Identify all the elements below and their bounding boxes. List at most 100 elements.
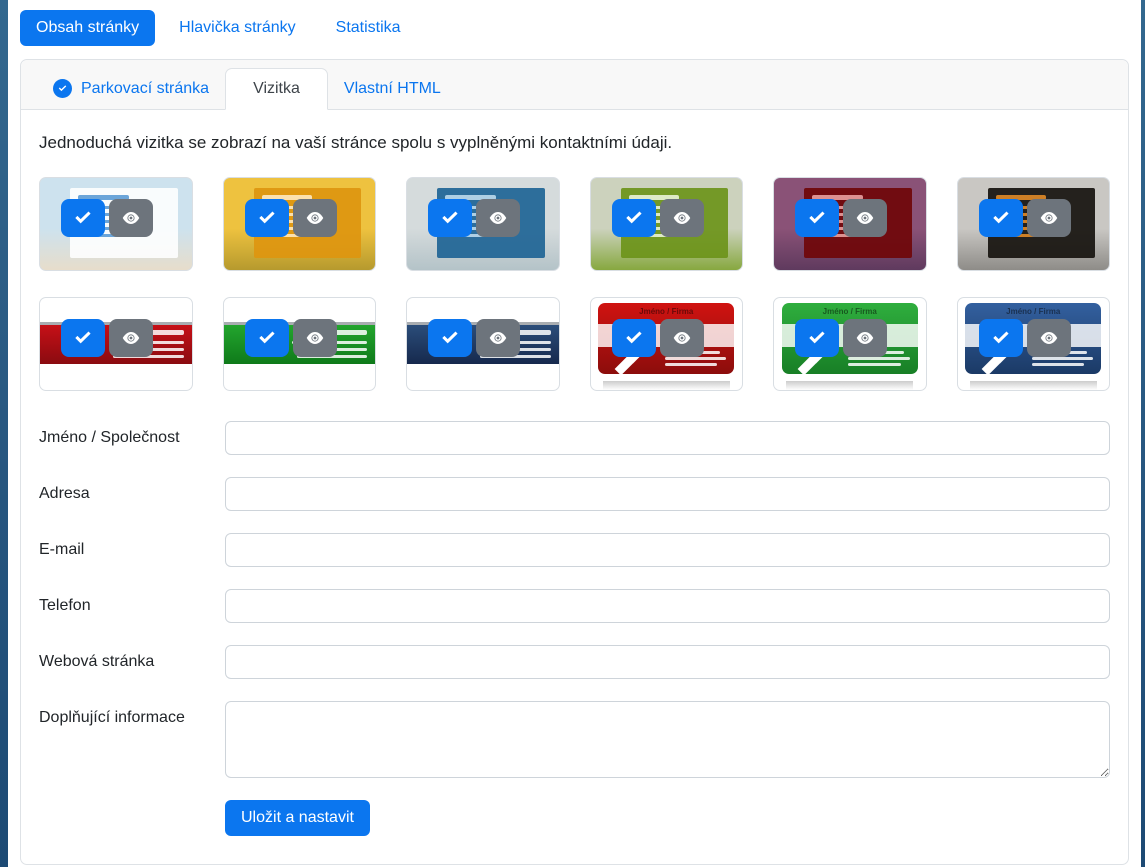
card-title-placeholder: Jméno / Firma (965, 307, 1101, 316)
select-template-button[interactable] (979, 199, 1023, 237)
address-label: Adresa (39, 485, 225, 503)
eye-icon (1038, 327, 1060, 349)
preview-template-button[interactable] (1027, 319, 1071, 357)
phone-label: Telefon (39, 597, 225, 615)
template-actions (428, 319, 520, 357)
sub-tabs: Parkovací stránka Vizitka Vlastní HTML (21, 60, 1128, 110)
eye-icon (1038, 207, 1060, 229)
name-company-label: Jméno / Společnost (39, 429, 225, 447)
check-icon (256, 207, 278, 229)
top-nav-statistika[interactable]: Statistika (320, 10, 417, 46)
email-field[interactable] (225, 533, 1110, 567)
check-icon (990, 327, 1012, 349)
card-reflection (786, 381, 913, 390)
tab-vlastni-html[interactable]: Vlastní HTML (328, 68, 457, 109)
check-icon (439, 207, 461, 229)
select-template-button[interactable] (612, 319, 656, 357)
eye-icon (120, 327, 142, 349)
check-icon (256, 327, 278, 349)
preview-template-button[interactable] (109, 319, 153, 357)
template-actions (979, 319, 1071, 357)
vizitka-tab-content: Jednoduchá vizitka se zobrazí na vaší st… (21, 110, 1128, 864)
form-row: Adresa (39, 477, 1110, 511)
select-template-button[interactable] (612, 199, 656, 237)
phone-field[interactable] (225, 589, 1110, 623)
eye-icon (854, 207, 876, 229)
name-company-field[interactable] (225, 421, 1110, 455)
preview-template-button[interactable] (843, 199, 887, 237)
check-icon (623, 207, 645, 229)
template-thumb-green-banner-strip (223, 297, 377, 391)
eye-icon (120, 207, 142, 229)
form-row: E-mail (39, 533, 1110, 567)
template-thumb-green-arrow-card: Jméno / Firma (773, 297, 927, 391)
preview-template-button[interactable] (660, 199, 704, 237)
template-thumb-desk-keyboard-dark-card (957, 177, 1111, 271)
select-template-button[interactable] (428, 199, 472, 237)
intro-text: Jednoduchá vizitka se zobrazí na vaší st… (39, 133, 1110, 153)
top-nav-obsah-stranky[interactable]: Obsah stránky (20, 10, 155, 46)
tab-panel: Parkovací stránka Vizitka Vlastní HTML J… (20, 59, 1129, 865)
eye-icon (304, 327, 326, 349)
eye-icon (854, 327, 876, 349)
form-row: Webová stránka (39, 645, 1110, 679)
save-and-set-button[interactable]: Uložit a nastavit (225, 800, 370, 836)
website-label: Webová stránka (39, 653, 225, 671)
form-row: Jméno / Společnost (39, 421, 1110, 455)
check-icon (806, 207, 828, 229)
select-template-button[interactable] (795, 199, 839, 237)
form-row: Doplňující informace (39, 701, 1110, 778)
eye-icon (487, 207, 509, 229)
eye-icon (304, 207, 326, 229)
tab-vizitka[interactable]: Vizitka (225, 68, 328, 110)
preview-template-button[interactable] (1027, 199, 1071, 237)
check-icon (806, 327, 828, 349)
select-template-button[interactable] (795, 319, 839, 357)
template-actions (795, 199, 887, 237)
card-title-placeholder: Jméno / Firma (598, 307, 734, 316)
template-thumb-mountain-lake-blue-card (406, 177, 560, 271)
select-template-button[interactable] (245, 199, 289, 237)
preview-template-button[interactable] (476, 199, 520, 237)
preview-template-button[interactable] (476, 319, 520, 357)
select-template-button[interactable] (428, 319, 472, 357)
eye-icon (487, 327, 509, 349)
template-actions (612, 319, 704, 357)
eye-icon (671, 327, 693, 349)
address-field[interactable] (225, 477, 1110, 511)
template-actions (795, 319, 887, 357)
tab-label: Parkovací stránka (81, 80, 209, 98)
template-actions (612, 199, 704, 237)
check-icon (623, 327, 645, 349)
template-actions (61, 199, 153, 237)
top-nav: Obsah stránky Hlavička stránky Statistik… (20, 10, 1129, 46)
preview-template-button[interactable] (843, 319, 887, 357)
template-thumb-navy-banner-strip (406, 297, 560, 391)
template-thumb-yellow-flowers-orange-card (223, 177, 377, 271)
check-icon (72, 207, 94, 229)
check-circle-icon (53, 79, 72, 98)
preview-template-button[interactable] (293, 199, 337, 237)
template-thumb-city-night-dark-red-card (773, 177, 927, 271)
preview-template-button[interactable] (109, 199, 153, 237)
tab-label: Vlastní HTML (344, 80, 441, 98)
check-icon (72, 327, 94, 349)
template-actions (245, 319, 337, 357)
template-thumb-beach-photo-white-card (39, 177, 193, 271)
select-template-button[interactable] (979, 319, 1023, 357)
select-template-button[interactable] (61, 319, 105, 357)
email-label: E-mail (39, 541, 225, 559)
additional-info-field[interactable] (225, 701, 1110, 778)
card-reflection (603, 381, 730, 390)
check-icon (990, 207, 1012, 229)
preview-template-button[interactable] (660, 319, 704, 357)
tab-parkovaci-stranka[interactable]: Parkovací stránka (37, 68, 225, 109)
preview-template-button[interactable] (293, 319, 337, 357)
select-template-button[interactable] (245, 319, 289, 357)
vizitka-form: Jméno / Společnost Adresa E-mail Telefon… (39, 421, 1110, 836)
form-row: Telefon (39, 589, 1110, 623)
select-template-button[interactable] (61, 199, 105, 237)
template-thumb-red-arrow-card: Jméno / Firma (590, 297, 744, 391)
top-nav-hlavicka-stranky[interactable]: Hlavička stránky (163, 10, 311, 46)
website-field[interactable] (225, 645, 1110, 679)
